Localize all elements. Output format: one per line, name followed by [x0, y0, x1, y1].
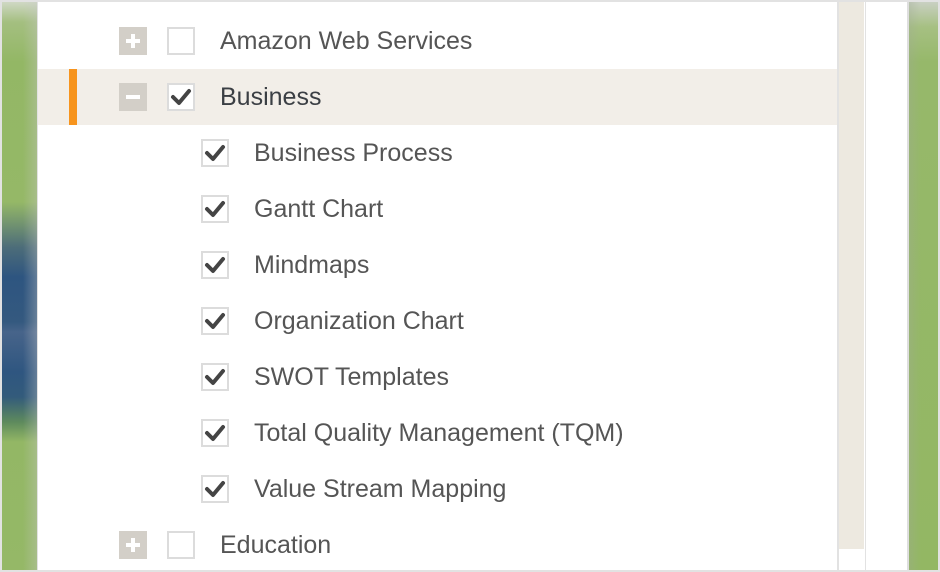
tree-item-label: Total Quality Management (TQM)	[254, 419, 624, 447]
checkmark-icon	[205, 257, 225, 273]
checkmark-icon	[205, 201, 225, 217]
tree-item-label: Business Process	[254, 139, 453, 167]
expand-plus-icon[interactable]	[119, 531, 147, 559]
category-tree-panel: Amazon Web Services Business Business Pr…	[38, 2, 837, 570]
right-gutter	[866, 2, 907, 570]
tree-item-amazon-web-services[interactable]: Amazon Web Services	[38, 13, 837, 69]
expand-plus-icon[interactable]	[119, 27, 147, 55]
tree-item-tqm[interactable]: Total Quality Management (TQM)	[38, 405, 837, 461]
background-left-blur	[2, 2, 37, 570]
background-right-blur	[909, 2, 938, 570]
tree-item-value-stream-mapping[interactable]: Value Stream Mapping	[38, 461, 837, 517]
tree-item-label: Organization Chart	[254, 307, 464, 335]
tree-item-swot-templates[interactable]: SWOT Templates	[38, 349, 837, 405]
tree-item-checkbox[interactable]	[167, 83, 195, 111]
tree-item-label: SWOT Templates	[254, 363, 449, 391]
tree-item-label: Amazon Web Services	[220, 27, 473, 55]
tree-item-organization-chart[interactable]: Organization Chart	[38, 293, 837, 349]
tree-item-checkbox[interactable]	[167, 27, 195, 55]
tree-item-mindmaps[interactable]: Mindmaps	[38, 237, 837, 293]
scrollbar-thumb[interactable]	[839, 2, 864, 549]
tree-item-label: Gantt Chart	[254, 195, 384, 223]
checkmark-icon	[205, 313, 225, 329]
tree-item-checkbox[interactable]	[167, 531, 195, 559]
tree-item-checkbox[interactable]	[201, 475, 229, 503]
checkmark-icon	[205, 369, 225, 385]
tree-item-education[interactable]: Education	[38, 517, 837, 570]
collapse-minus-icon[interactable]	[119, 83, 147, 111]
tree-item-gantt-chart[interactable]: Gantt Chart	[38, 181, 837, 237]
checkmark-icon	[171, 89, 191, 105]
scrollbar-track[interactable]	[839, 2, 866, 570]
checkmark-icon	[205, 425, 225, 441]
tree-item-checkbox[interactable]	[201, 251, 229, 279]
tree-item-business-process[interactable]: Business Process	[38, 125, 837, 181]
tree-item-checkbox[interactable]	[201, 139, 229, 167]
tree-item-checkbox[interactable]	[201, 195, 229, 223]
tree-item-checkbox[interactable]	[201, 419, 229, 447]
tree-item-business[interactable]: Business	[38, 69, 837, 125]
tree-item-checkbox[interactable]	[201, 307, 229, 335]
tree-item-label: Education	[220, 531, 332, 559]
tree-item-label: Value Stream Mapping	[254, 475, 507, 503]
checkmark-icon	[205, 145, 225, 161]
tree-item-label: Mindmaps	[254, 251, 370, 279]
tree-item-checkbox[interactable]	[201, 363, 229, 391]
tree-item-label: Business	[220, 83, 322, 111]
selection-indicator	[69, 69, 77, 125]
checkmark-icon	[205, 481, 225, 497]
